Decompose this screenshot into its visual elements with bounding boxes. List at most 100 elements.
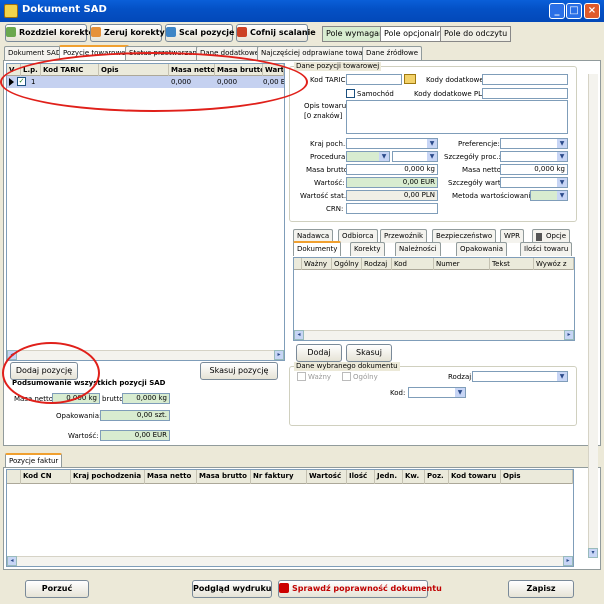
kody-dodatkowe-pl-input[interactable]: [482, 88, 568, 99]
rodzaj-combo[interactable]: ▼: [472, 371, 568, 382]
tab-dokument-sad[interactable]: Dokument SAD: [4, 46, 66, 60]
opis-towaru-textarea[interactable]: [346, 100, 568, 134]
col-wartosc[interactable]: Wartość: [263, 64, 284, 76]
col-jedn[interactable]: Jedn.: [375, 470, 403, 484]
tab-ilosci-towaru[interactable]: Ilości towaru: [520, 242, 573, 256]
tab-pozycje-faktur[interactable]: Pozycje faktur: [5, 453, 63, 468]
masa-brutto-input[interactable]: 0,000 kg: [346, 164, 438, 175]
reset-corrections-button[interactable]: Zeruj korekty: [90, 24, 165, 42]
col-kod-towaru[interactable]: Kod towaru: [449, 470, 501, 484]
col-inv-masa-netto[interactable]: Masa netto: [145, 470, 197, 484]
procedura-combo[interactable]: ▼: [346, 151, 390, 162]
delete-position-button[interactable]: Skasuj pozycję: [200, 362, 278, 380]
delete-document-button[interactable]: Skasuj: [346, 344, 392, 362]
kraj-poch-combo[interactable]: ▼: [346, 138, 438, 149]
col-tekst[interactable]: Tekst: [490, 258, 534, 270]
table-row[interactable]: ✓ 1 0,000 0,000 0,00 EUR: [7, 76, 284, 88]
tab-dokumenty[interactable]: Dokumenty: [293, 241, 342, 256]
discard-button[interactable]: Porzuć: [25, 580, 89, 598]
scroll-left-icon[interactable]: ◂: [7, 350, 17, 360]
documents-grid-header: Ważny Ogólny Rodzaj Kod Numer Tekst Wywó…: [294, 258, 574, 270]
col-kod[interactable]: Kod: [392, 258, 434, 270]
scroll-right-icon[interactable]: ▸: [563, 556, 573, 566]
col-ilosc[interactable]: Ilość: [347, 470, 375, 484]
undo-icon: [237, 27, 247, 37]
save-button[interactable]: Zapisz: [508, 580, 574, 598]
tab-przewoznik[interactable]: Przewoźnik: [380, 229, 428, 243]
tab-korekty[interactable]: Korekty: [350, 242, 385, 256]
col-lp[interactable]: L.p.: [21, 64, 41, 76]
szczegoly-proc-combo[interactable]: ▼: [500, 151, 568, 162]
wartosc-input[interactable]: 0,00 EUR: [346, 177, 438, 188]
close-button[interactable]: ×: [584, 3, 600, 19]
chevron-down-icon: ▼: [427, 152, 437, 161]
procedura-combo-2[interactable]: ▼: [392, 151, 438, 162]
positions-h-scrollbar[interactable]: ◂ ▸: [7, 350, 284, 360]
col-kw[interactable]: Kw.: [403, 470, 425, 484]
print-preview-button[interactable]: Podgląd wydruku: [192, 580, 272, 598]
col-poz[interactable]: Poz.: [425, 470, 449, 484]
ogolny-checkbox[interactable]: [342, 372, 351, 381]
tab-bezpieczenstwo[interactable]: Bezpieczeństwo: [432, 229, 497, 243]
col-nr-faktury[interactable]: Nr faktury: [251, 470, 307, 484]
tab-dane-dodatkowe[interactable]: Dane dodatkowe: [196, 46, 263, 60]
tab-najczesciej-odprawiane[interactable]: Najczęściej odprawiane towary: [257, 46, 374, 60]
tab-wpr[interactable]: WPR: [500, 229, 525, 243]
window-v-scrollbar[interactable]: ▾: [588, 74, 598, 558]
minimize-button[interactable]: _: [549, 3, 565, 19]
col-kraj-pochodzenia[interactable]: Kraj pochodzenia: [71, 470, 145, 484]
merge-positions-button[interactable]: Scal pozycje: [165, 24, 234, 42]
col-masa-brutto[interactable]: Masa brutto: [215, 64, 263, 76]
maximize-button[interactable]: □: [566, 3, 582, 19]
chevron-down-icon: ▼: [455, 388, 465, 397]
kody-dodatkowe-input[interactable]: [482, 74, 568, 85]
preferencje-combo[interactable]: ▼: [500, 138, 568, 149]
scroll-right-icon[interactable]: ▸: [564, 330, 574, 340]
col-kod-cn[interactable]: Kod CN: [21, 470, 71, 484]
col-masa-netto[interactable]: Masa netto: [169, 64, 215, 76]
col-wywoz[interactable]: Wywóz z: [534, 258, 574, 270]
undo-merge-button[interactable]: Cofnij scalanie: [236, 24, 316, 42]
scroll-right-icon[interactable]: ▸: [274, 350, 284, 360]
row-checkbox[interactable]: ✓: [17, 77, 26, 86]
tab-status-przetwarzania[interactable]: Status przetwarzania: [125, 46, 208, 60]
szczegoly-wart-label: Szczegóły wart.:: [448, 179, 506, 187]
samochod-checkbox[interactable]: [346, 89, 355, 98]
scroll-left-icon[interactable]: ◂: [294, 330, 304, 340]
metoda-combo[interactable]: ▼: [530, 190, 568, 201]
tab-pozycje-towarowe[interactable]: Pozycje towarowe: [59, 45, 130, 60]
col-kod-taric[interactable]: Kod TARIC: [41, 64, 99, 76]
col-numer[interactable]: Numer: [434, 258, 490, 270]
col-inv-opis[interactable]: Opis: [501, 470, 573, 484]
col-opis[interactable]: Opis: [99, 64, 169, 76]
crn-input[interactable]: [346, 203, 438, 214]
tab-opakowania[interactable]: Opakowania: [456, 242, 508, 256]
documents-h-scrollbar[interactable]: ◂ ▸: [294, 330, 574, 340]
invoice-h-scrollbar[interactable]: ◂ ▸: [7, 556, 573, 566]
masa-netto-input[interactable]: 0,000 kg: [500, 164, 568, 175]
col-v[interactable]: V: [7, 64, 21, 76]
folder-open-icon[interactable]: [404, 74, 416, 84]
szczegoly-wart-combo[interactable]: ▼: [500, 177, 568, 188]
tab-naleznosci[interactable]: Należności: [395, 242, 441, 256]
split-correction-button[interactable]: Rozdziel korektę: [5, 24, 94, 42]
invoice-grid-header: Kod CN Kraj pochodzenia Masa netto Masa …: [7, 470, 573, 484]
tab-opcje[interactable]: Opcje: [532, 229, 571, 243]
szczegoly-proc-label: Szczegóły proc.:: [444, 153, 501, 161]
opis-towaru-counter: [0 znaków]: [304, 112, 343, 120]
col-inv-wartosc[interactable]: Wartość: [307, 470, 347, 484]
scroll-down-icon[interactable]: ▾: [588, 548, 598, 558]
col-wazny[interactable]: Ważny: [302, 258, 332, 270]
kod-taric-input[interactable]: [346, 74, 402, 85]
tab-dane-zrodlowe[interactable]: Dane źródłowe: [362, 46, 423, 60]
kod-combo[interactable]: ▼: [408, 387, 466, 398]
wazny-checkbox[interactable]: [297, 372, 306, 381]
add-document-button[interactable]: Dodaj: [296, 344, 342, 362]
tab-odbiorca[interactable]: Odbiorca: [338, 229, 378, 243]
col-inv-masa-brutto[interactable]: Masa brutto: [197, 470, 251, 484]
scroll-left-icon[interactable]: ◂: [7, 556, 17, 566]
reset-icon: [91, 27, 101, 37]
validate-document-button[interactable]: Sprawdź poprawność dokumentu: [278, 580, 442, 598]
col-rodzaj[interactable]: Rodzaj: [362, 258, 392, 270]
col-ogolny[interactable]: Ogólny: [332, 258, 362, 270]
